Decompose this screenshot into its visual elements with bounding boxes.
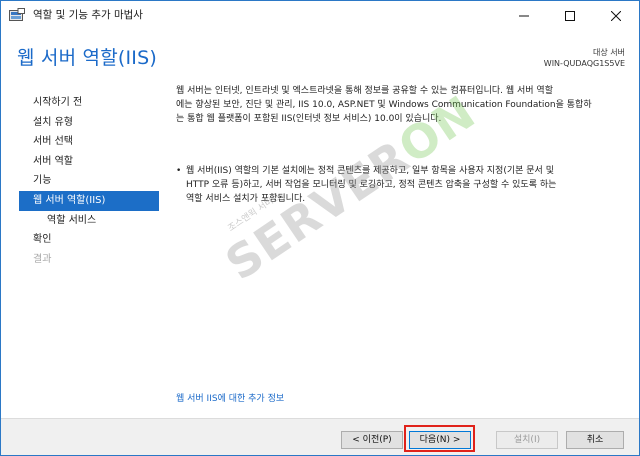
target-server-value: WIN-QUDAQG1S5VE <box>543 59 625 68</box>
maximize-icon <box>565 6 575 25</box>
bullet-item: • 웹 서버(IIS) 역할의 기본 설치에는 정적 콘텐츠를 제공하고, 일부… <box>176 165 621 206</box>
close-button[interactable] <box>593 1 639 29</box>
minimize-icon <box>519 6 529 25</box>
next-button[interactable]: 다음(N) > <box>409 431 471 449</box>
nav-item-server-selection[interactable]: 서버 선택 <box>19 132 159 152</box>
watermark-text-a: SERVER <box>216 129 419 291</box>
bullet-line: 웹 서버(IIS) 역할의 기본 설치에는 정적 콘텐츠를 제공하고, 일부 항… <box>186 166 554 176</box>
intro-text: 웹 서버는 인터넷, 인트라넷 및 엑스트라넷을 통해 정보를 공유할 수 있는… <box>176 85 626 126</box>
wizard-window: 역할 및 기능 추가 마법사 웹 서버 역할(IIS) 대상 서버 WIN-QU… <box>0 0 640 456</box>
previous-button[interactable]: < 이전(P) <box>341 431 403 449</box>
wizard-footer: < 이전(P) 다음(N) > 설치(I) 취소 <box>1 418 639 455</box>
page-title: 웹 서버 역할(IIS) <box>17 47 157 69</box>
wizard-steps-nav: 시작하기 전 설치 유형 서버 선택 서버 역할 기능 웹 서버 역할(IIS)… <box>19 93 159 269</box>
close-icon <box>610 6 622 25</box>
server-manager-icon <box>9 7 25 21</box>
nav-item-results: 결과 <box>33 253 52 265</box>
bullet-line: 역할 서비스 설치가 포함됩니다. <box>186 193 306 204</box>
maximize-button[interactable] <box>547 1 593 29</box>
bullet-line: HTTP 오류 등)하고, 서버 작업을 모니터링 및 로깅하고, 정적 콘텐츠… <box>186 179 557 190</box>
bullet-icon: • <box>176 166 182 176</box>
title-bar: 역할 및 기능 추가 마법사 <box>1 1 639 29</box>
intro-line: 웹 서버는 인터넷, 인트라넷 및 엑스트라넷을 통해 정보를 공유할 수 있는… <box>176 86 553 96</box>
target-server-label: 대상 서버 <box>593 48 625 57</box>
more-info-link[interactable]: 웹 서버 IIS에 대한 추가 정보 <box>176 391 284 404</box>
intro-line: 는 통합 웹 플랫폼이 포함된 IIS(인터넷 정보 서비스) 10.0이 있습… <box>176 113 442 124</box>
nav-item-server-roles[interactable]: 서버 역할 <box>19 152 159 172</box>
install-button: 설치(I) <box>496 431 558 449</box>
nav-item-features[interactable]: 기능 <box>19 171 159 191</box>
intro-line: 에는 향상된 보안, 진단 및 관리, IIS 10.0, ASP.NET 및 … <box>176 99 592 110</box>
cancel-button[interactable]: 취소 <box>566 431 624 449</box>
window-title: 역할 및 기능 추가 마법사 <box>33 9 143 21</box>
nav-item-installation-type[interactable]: 설치 유형 <box>19 113 159 133</box>
minimize-button[interactable] <box>501 1 547 29</box>
nav-item-role-services[interactable]: 역할 서비스 <box>19 211 159 231</box>
nav-item-before-you-begin[interactable]: 시작하기 전 <box>19 93 159 113</box>
nav-item-web-server-role[interactable]: 웹 서버 역할(IIS) <box>19 190 159 211</box>
nav-item-confirmation[interactable]: 확인 <box>19 230 159 250</box>
